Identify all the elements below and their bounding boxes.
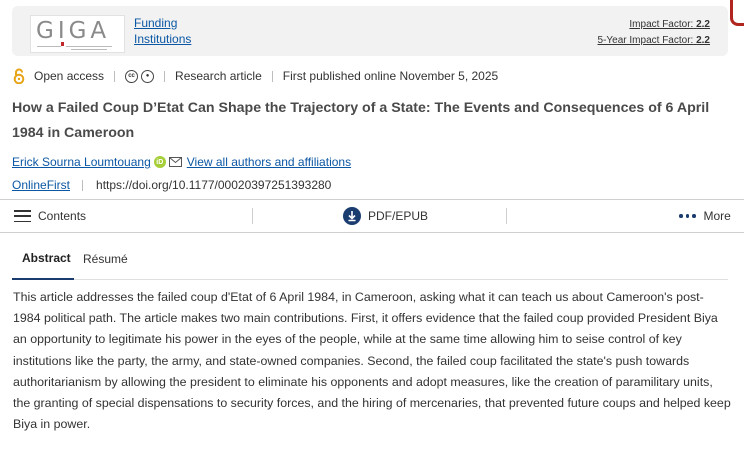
five-year-value: 2.2 — [696, 35, 710, 46]
divider — [114, 70, 116, 82]
orcid-icon[interactable]: iD — [153, 156, 166, 168]
mail-icon[interactable] — [168, 157, 182, 167]
contents-button[interactable]: Contents — [14, 200, 86, 232]
article-title: How a Failed Coup D’Etat Can Shape the T… — [12, 100, 710, 141]
impact-factor[interactable]: Impact Factor: 2.2 — [598, 17, 710, 33]
article-toolbar: Contents PDF/EPUB More — [0, 199, 744, 233]
view-all-authors-link[interactable]: View all authors and affiliations — [187, 155, 351, 169]
more-dots-icon — [679, 214, 696, 218]
divider — [82, 179, 84, 191]
article-type: Research article — [175, 69, 262, 83]
doi-row: OnlineFirst https://doi.org/10.1177/0002… — [12, 178, 331, 192]
cc-icon: cc — [125, 69, 139, 83]
open-access-lock-icon — [13, 68, 25, 84]
impact-factor-value: 2.2 — [696, 19, 710, 30]
pdf-epub-label: PDF/EPUB — [368, 209, 429, 223]
abstract-text: This article addresses the failed coup d… — [13, 290, 731, 432]
logo-tagline-line — [37, 46, 61, 47]
download-icon — [343, 207, 361, 225]
funding-link[interactable]: Funding — [134, 15, 191, 31]
tab-abstract[interactable]: Abstract — [12, 237, 74, 280]
logo-tagline-line — [66, 46, 112, 47]
logo-text: GIGA — [36, 18, 111, 44]
journal-banner: GIGA Funding Institutions Impact Factor:… — [12, 6, 728, 56]
more-button[interactable]: More — [679, 200, 731, 232]
author-row: Erick Sourna Loumtouang iD View all auth… — [12, 155, 351, 169]
doi-text[interactable]: https://doi.org/10.1177/0002039725139328… — [96, 178, 331, 192]
license-icons[interactable]: cc ● — [125, 69, 155, 83]
divider — [271, 70, 273, 82]
pdf-epub-button[interactable]: PDF/EPUB — [343, 200, 428, 232]
toolbar-divider — [506, 208, 507, 224]
corner-decoration — [730, 0, 744, 26]
journal-links: Funding Institutions — [134, 15, 191, 47]
toolbar-divider — [252, 208, 253, 224]
logo-tagline-line — [71, 49, 107, 50]
five-year-impact-factor[interactable]: 5-Year Impact Factor: 2.2 — [598, 33, 710, 49]
divider — [164, 70, 166, 82]
impact-factor-label: Impact Factor: — [629, 19, 694, 30]
online-first-link[interactable]: OnlineFirst — [12, 178, 70, 192]
published-date: First published online November 5, 2025 — [282, 69, 499, 83]
tab-resume[interactable]: Résumé — [83, 237, 128, 280]
giga-logo[interactable]: GIGA — [30, 15, 125, 53]
five-year-label: 5-Year Impact Factor: — [597, 35, 694, 46]
abstract-tabs: Abstract Résumé — [12, 237, 728, 280]
logo-dot — [61, 42, 64, 46]
more-label: More — [703, 209, 731, 223]
menu-icon — [14, 210, 31, 222]
open-access-label: Open access — [34, 69, 105, 83]
by-icon: ● — [141, 69, 155, 83]
impact-factors: Impact Factor: 2.2 5-Year Impact Factor:… — [598, 17, 710, 49]
author-link[interactable]: Erick Sourna Loumtouang — [12, 155, 151, 169]
article-meta: Open access cc ● Research article First … — [12, 68, 498, 84]
contents-label: Contents — [38, 209, 87, 223]
institutions-link[interactable]: Institutions — [134, 31, 191, 47]
